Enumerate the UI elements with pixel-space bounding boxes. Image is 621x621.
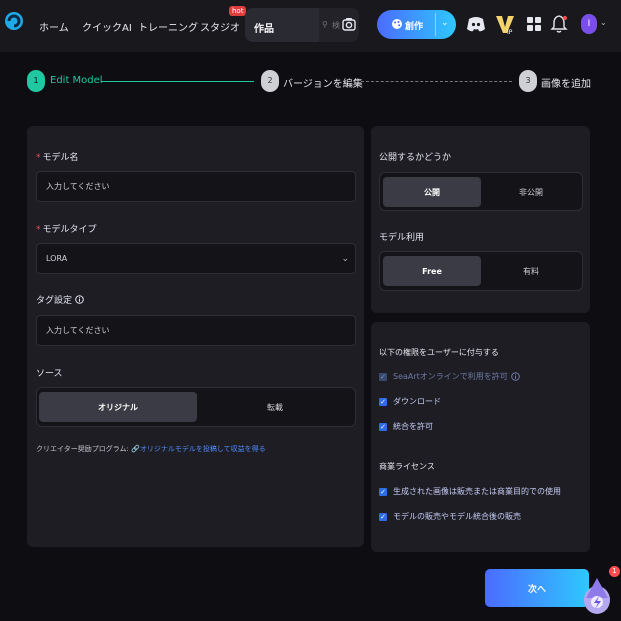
step-connector bbox=[101, 81, 254, 82]
nav-quick-ai[interactable]: クイックAI bbox=[82, 19, 132, 34]
info-icon[interactable] bbox=[75, 295, 84, 304]
commercial-license-title: 商業ライセンス bbox=[379, 462, 435, 471]
usage-option-paid[interactable]: 有料 bbox=[482, 256, 580, 286]
permission-online-use: ✓ SeaArtオンラインで利用を許可 bbox=[379, 371, 520, 382]
step-1-number: 1 bbox=[27, 70, 45, 92]
publish-label: 公開するかどうか bbox=[379, 153, 452, 163]
step-1-label: Edit Model bbox=[50, 75, 103, 86]
creator-program-note: クリエイター奨励プログラム: 🔗オリジナルモデルを投稿して収益を得る bbox=[36, 444, 266, 454]
permissions-title: 以下の権限をユーザーに付与する bbox=[379, 348, 499, 357]
search-input[interactable]: 検 bbox=[332, 20, 340, 31]
step-3-number: 3 bbox=[519, 70, 537, 92]
create-button-divider bbox=[435, 13, 436, 36]
source-label: ソース bbox=[36, 369, 63, 379]
notification-dot bbox=[563, 16, 567, 20]
camera-icon[interactable] bbox=[342, 17, 356, 31]
source-toggle: オリジナル 転載 bbox=[36, 387, 356, 427]
search-box[interactable]: ⚲ 検 bbox=[319, 8, 359, 42]
publish-toggle: 公開 非公開 bbox=[379, 172, 583, 211]
seaart-logo-icon[interactable] bbox=[4, 10, 24, 32]
permission-merge[interactable]: ✓ 統合を許可 bbox=[379, 421, 433, 432]
permission-download[interactable]: ✓ ダウンロード bbox=[379, 396, 441, 407]
search-category-select[interactable]: 作品 ⌄ bbox=[245, 8, 319, 42]
chevron-down-icon: ⌄ bbox=[254, 20, 262, 30]
checkbox-checked-icon[interactable]: ✓ bbox=[379, 397, 387, 406]
tag-input[interactable]: 入力してください bbox=[36, 315, 356, 346]
checkbox-checked-icon[interactable]: ✓ bbox=[379, 422, 387, 431]
usage-option-free[interactable]: Free bbox=[383, 256, 481, 286]
model-type-label: * モデルタイプ bbox=[36, 225, 97, 235]
chevron-down-icon: ⌄ bbox=[341, 254, 349, 264]
license-image-commercial[interactable]: ✓ 生成された画像は販売または商業目的での使用 bbox=[379, 486, 561, 497]
create-button[interactable]: 創作 ⌄ bbox=[377, 10, 456, 39]
source-option-original[interactable]: オリジナル bbox=[39, 392, 197, 422]
nav-training[interactable]: トレーニング bbox=[138, 19, 198, 34]
avatar[interactable]: I bbox=[581, 14, 597, 34]
chevron-down-icon[interactable]: ⌄ bbox=[600, 18, 607, 27]
top-navigation-bar: ホーム クイックAI トレーニング スタジオ hot 作品 ⌄ ⚲ 検 創作 ⌄ bbox=[0, 0, 621, 52]
hot-badge: hot bbox=[229, 6, 247, 16]
model-type-value: LORA bbox=[46, 254, 68, 263]
license-model-sale[interactable]: ✓ モデルの販売やモデル統合後の販売 bbox=[379, 511, 521, 522]
creator-program-label: クリエイター奨励プログラム: bbox=[36, 445, 129, 453]
publish-option-private[interactable]: 非公開 bbox=[482, 177, 580, 207]
create-button-label: 創作 bbox=[405, 22, 424, 32]
svg-text:IP: IP bbox=[507, 29, 513, 35]
chevron-down-icon[interactable]: ⌄ bbox=[441, 18, 449, 28]
creator-program-link[interactable]: 🔗オリジナルモデルを投稿して収益を得る bbox=[131, 445, 266, 453]
search-icon: ⚲ bbox=[322, 20, 328, 29]
model-name-label: * モデル名 bbox=[36, 153, 79, 163]
palette-icon bbox=[392, 19, 402, 29]
checkbox-checked-icon: ✓ bbox=[379, 372, 387, 381]
checkbox-checked-icon[interactable]: ✓ bbox=[379, 487, 387, 496]
link-icon: 🔗 bbox=[131, 445, 140, 453]
model-name-input[interactable]: 入力してください bbox=[36, 171, 356, 202]
checkbox-checked-icon[interactable]: ✓ bbox=[379, 512, 387, 521]
info-icon[interactable] bbox=[511, 372, 520, 381]
nav-home[interactable]: ホーム bbox=[39, 19, 69, 34]
step-2-number: 2 bbox=[261, 70, 279, 92]
mascot-notification-badge: 1 bbox=[609, 566, 620, 577]
publish-option-public[interactable]: 公開 bbox=[383, 177, 481, 207]
usage-toggle: Free 有料 bbox=[379, 251, 583, 291]
usage-label: モデル利用 bbox=[379, 233, 425, 243]
step-3-label: 画像を追加 bbox=[541, 79, 591, 90]
next-button[interactable]: 次へ bbox=[485, 569, 589, 607]
vip-icon[interactable]: IP bbox=[495, 13, 515, 35]
tag-settings-label: タグ設定 bbox=[36, 293, 84, 306]
step-connector bbox=[361, 81, 512, 82]
nav-studio[interactable]: スタジオ bbox=[200, 19, 240, 34]
model-type-select[interactable]: LORA ⌄ bbox=[36, 243, 356, 274]
discord-icon[interactable] bbox=[466, 13, 486, 35]
assistant-mascot-icon[interactable] bbox=[578, 572, 616, 616]
source-option-repost[interactable]: 転載 bbox=[197, 392, 353, 422]
step-2-label: バージョンを編集 bbox=[283, 79, 363, 90]
apps-grid-icon[interactable] bbox=[524, 13, 544, 35]
